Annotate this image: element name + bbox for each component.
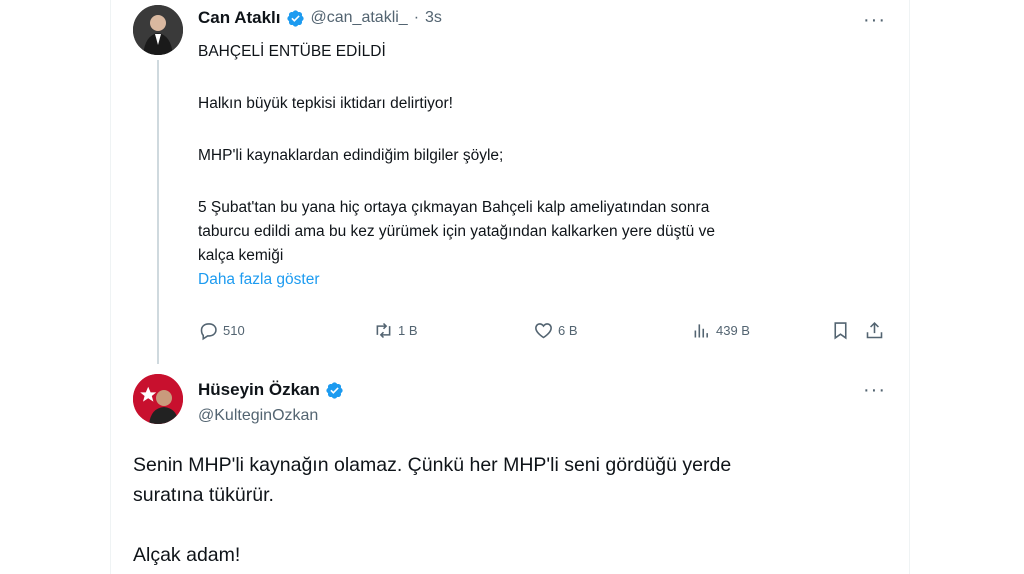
tweet-title-line: BAHÇELİ ENTÜBE EDİLDİ xyxy=(198,43,386,60)
reply-line: Senin MHP'li kaynağın olamaz. Çünkü her … xyxy=(133,454,732,476)
author-avatar[interactable] xyxy=(133,5,183,55)
tweet-line: kalça kemiği xyxy=(198,247,284,264)
share-button[interactable] xyxy=(864,320,889,341)
tweet-thread-card: Can Ataklı @can_atakli_ · 3s ··· BAHÇELİ… xyxy=(110,0,910,574)
show-more-link[interactable]: Daha fazla göster xyxy=(198,271,320,288)
bookmark-button[interactable] xyxy=(830,320,855,341)
author-name[interactable]: Can Ataklı xyxy=(198,8,281,28)
tweet-line: Halkın büyük tepkisi iktidarı delirtiyor… xyxy=(198,95,453,112)
reply-icon xyxy=(200,323,217,341)
tweet-line: MHP'li kaynaklardan edindiğim bilgiler ş… xyxy=(198,147,504,164)
more-icon[interactable]: ··· xyxy=(863,10,886,30)
tweet-timestamp[interactable]: 3s xyxy=(425,9,442,27)
repost-count: 1 B xyxy=(398,323,418,338)
reply-count: 510 xyxy=(223,323,245,338)
tweet-actions-bar: 510 1 B 6 B 439 B xyxy=(198,320,888,344)
reply-button[interactable]: 510 xyxy=(198,320,245,341)
bookmark-icon xyxy=(834,322,847,340)
reply-line: suratına tükürür. xyxy=(133,484,274,506)
like-count: 6 B xyxy=(558,323,578,338)
repost-button[interactable]: 1 B xyxy=(373,320,418,341)
verified-badge-icon xyxy=(286,9,305,28)
thread-connector-line xyxy=(157,60,159,364)
repost-icon xyxy=(376,322,391,339)
tweet-header: Can Ataklı @can_atakli_ · 3s xyxy=(198,8,442,28)
reply-author-avatar[interactable] xyxy=(133,374,183,424)
like-button[interactable]: 6 B xyxy=(533,320,578,341)
tweet-body: BAHÇELİ ENTÜBE EDİLDİ Halkın büyük tepki… xyxy=(198,40,858,292)
reply-header: Hüseyin Özkan xyxy=(198,380,344,400)
tweet-line: taburcu edildi ama bu kez yürümek için y… xyxy=(198,223,715,240)
tweet-line: 5 Şubat'tan bu yana hiç ortaya çıkmayan … xyxy=(198,199,710,216)
like-icon xyxy=(535,323,552,339)
separator-dot: · xyxy=(413,9,420,26)
reply-handle-row: @KulteginOzkan xyxy=(198,407,318,425)
views-button[interactable]: 439 B xyxy=(691,320,750,341)
share-icon xyxy=(866,321,883,339)
reply-author-handle[interactable]: @KulteginOzkan xyxy=(198,407,318,425)
author-handle[interactable]: @can_atakli_ xyxy=(311,9,408,27)
reply-author-name[interactable]: Hüseyin Özkan xyxy=(198,380,320,400)
views-count: 439 B xyxy=(716,323,750,338)
verified-badge-icon xyxy=(325,381,344,400)
reply-line: Alçak adam! xyxy=(133,544,241,566)
reply-body: Senin MHP'li kaynağın olamaz. Çünkü her … xyxy=(133,450,893,570)
reply-more-icon[interactable]: ··· xyxy=(863,380,886,400)
views-icon xyxy=(694,324,708,338)
